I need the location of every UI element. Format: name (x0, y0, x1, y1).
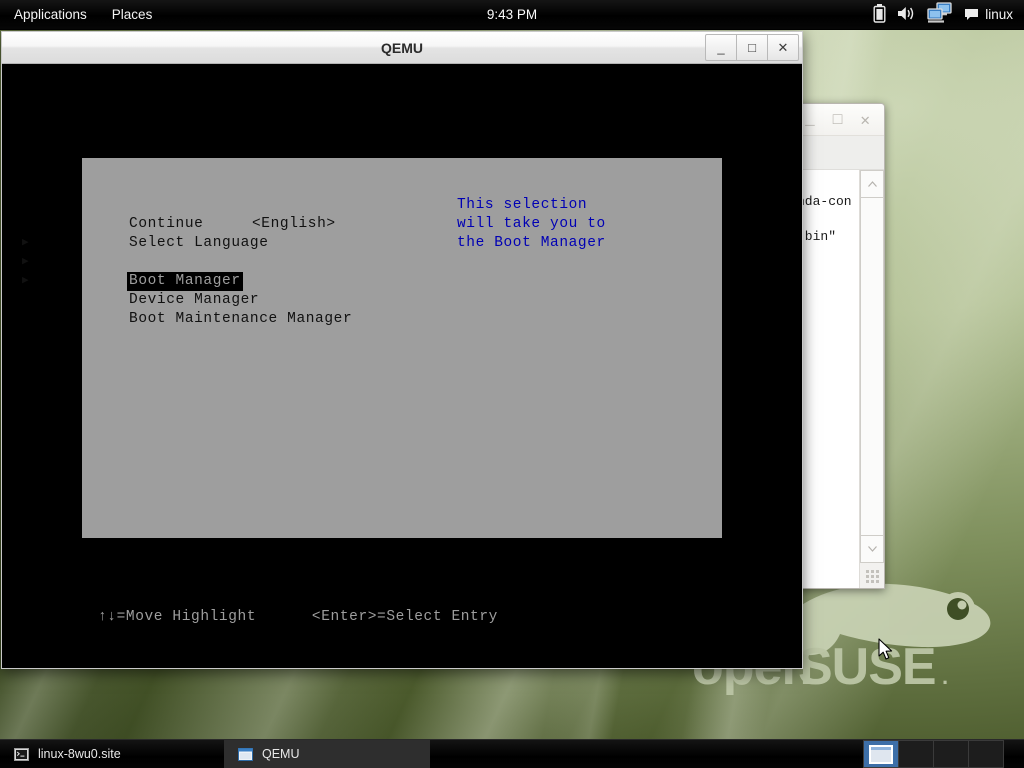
system-tray: linux (873, 2, 1018, 27)
user-name: linux (985, 7, 1013, 22)
applications-menu[interactable]: Applications (3, 4, 98, 26)
maximize-button[interactable]: □ (737, 34, 768, 61)
top-panel: Applications Places 9:43 PM linux (0, 0, 1024, 30)
taskbar: linux-8wu0.site QEMU (0, 739, 1024, 768)
desktop-screen: open SUSE . _ □ ✕ nda-con .bin" (0, 0, 1024, 768)
scrollbar-up-arrow-icon[interactable] (860, 170, 884, 198)
background-window-scrollbar[interactable] (859, 170, 884, 588)
scrollbar-down-arrow-icon[interactable] (860, 535, 884, 563)
chat-bubble-icon (965, 9, 979, 20)
workspace-switcher (863, 740, 1004, 768)
taskbar-item-label: QEMU (262, 747, 300, 761)
workspace-window-thumb (869, 744, 893, 764)
battery-icon[interactable] (873, 3, 886, 26)
chevron-right-icon: ▶ (22, 275, 30, 287)
menu-item-label: Boot Maintenance Manager (129, 311, 353, 327)
user-indicator[interactable]: linux (964, 7, 1018, 22)
scrollbar-track[interactable] (860, 198, 884, 535)
menu-item-label: Device Manager (129, 292, 260, 308)
close-button[interactable]: ✕ (768, 34, 799, 61)
volume-icon[interactable] (897, 5, 916, 25)
qemu-window-controls: _ □ ✕ (705, 34, 799, 61)
chevron-right-icon: ▶ (22, 237, 30, 249)
qemu-window[interactable]: QEMU _ □ ✕ Continue Select Language <Eng… (1, 31, 803, 669)
resize-grip-icon[interactable] (861, 563, 883, 588)
places-menu[interactable]: Places (101, 4, 164, 26)
minimize-button[interactable]: _ (705, 34, 737, 61)
chevron-right-icon: ▶ (22, 256, 30, 268)
qemu-titlebar[interactable]: QEMU _ □ ✕ (2, 32, 802, 64)
select-language-value[interactable]: <English> (252, 215, 336, 234)
taskbar-item-label: linux-8wu0.site (38, 747, 121, 761)
uefi-help-text: This selection will take you to the Boot… (457, 197, 606, 251)
window-icon (238, 747, 253, 761)
bg-maximize-icon[interactable]: □ (833, 111, 843, 129)
qemu-window-title: QEMU (381, 39, 423, 56)
menu-item-boot-maintenance-manager[interactable]: ▶ Boot Maintenance Manager (12, 272, 632, 327)
workspace-2[interactable] (899, 741, 934, 767)
bg-close-icon[interactable]: ✕ (860, 110, 870, 130)
bg-minimize-icon[interactable]: _ (805, 111, 815, 129)
qemu-vm-display[interactable]: Continue Select Language <English> ▶ Boo… (2, 64, 802, 668)
workspace-1[interactable] (864, 741, 899, 767)
menu-item-device-manager[interactable]: ▶ Device Manager (12, 253, 632, 308)
taskbar-item-qemu[interactable]: QEMU (224, 740, 430, 768)
workspace-4[interactable] (969, 741, 1003, 767)
workspace-3[interactable] (934, 741, 969, 767)
network-display-icon[interactable] (927, 2, 953, 27)
terminal-icon (14, 747, 29, 761)
uefi-key-hints: ↑↓=Move Highlight <Enter>=Select Entry (98, 609, 498, 625)
taskbar-item-terminal[interactable]: linux-8wu0.site (0, 740, 224, 768)
